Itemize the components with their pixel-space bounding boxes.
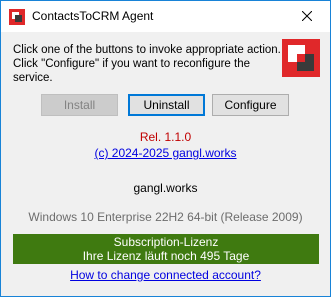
release-version: Rel. 1.1.0 [139,130,192,144]
dialog-window: ContactsToCRM Agent Click one of the but… [0,0,331,297]
install-button[interactable]: Install [41,94,118,116]
configure-button[interactable]: Configure [212,94,289,116]
window-title: ContactsToCRM Agent [32,9,154,23]
title-bar[interactable]: ContactsToCRM Agent [1,1,330,32]
close-button[interactable] [284,1,330,32]
logo [282,39,320,77]
os-info: Windows 10 Enterprise 22H2 64-bit (Relea… [28,210,303,224]
instructions-line-2: Click "Configure" if you want to reconfi… [13,58,251,84]
license-status-bar: Subscription-Lizenz Ihre Lizenz läuft no… [13,234,319,264]
uninstall-button[interactable]: Uninstall [128,94,205,116]
copyright-link[interactable]: (c) 2024-2025 gangl.works [1,146,330,160]
close-icon [301,10,313,24]
license-remaining: Ihre Lizenz läuft noch 495 Tage [82,249,250,263]
instructions-line-1: Click one of the buttons to invoke appro… [13,44,281,56]
change-account-link[interactable]: How to change connected account? [1,268,330,282]
company-name: gangl.works [133,181,198,195]
instructions-text: Click one of the buttons to invoke appro… [13,43,283,85]
license-type: Subscription-Lizenz [113,235,219,249]
app-icon [9,9,25,25]
